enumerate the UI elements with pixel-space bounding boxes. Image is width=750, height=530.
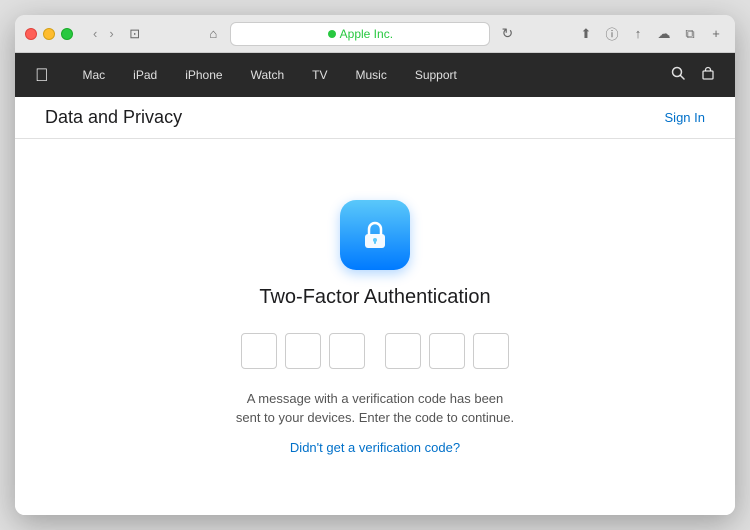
address-bar[interactable]: Apple Inc. [230, 22, 490, 46]
address-bar-container: ⌂ Apple Inc. ↻ [152, 22, 569, 46]
cloud-icon[interactable]: ☁ [655, 25, 673, 43]
nav-item-support[interactable]: Support [401, 53, 471, 97]
code-input-5[interactable] [429, 333, 465, 369]
page-content:  Mac iPad iPhone Watch TV Music Support [15, 53, 735, 515]
verification-message: A message with a verification code has b… [235, 389, 515, 428]
bag-icon[interactable] [701, 66, 715, 84]
code-input-6[interactable] [473, 333, 509, 369]
apple-navbar:  Mac iPad iPhone Watch TV Music Support [15, 53, 735, 97]
nav-item-ipad[interactable]: iPad [119, 53, 171, 97]
lock-icon-container [340, 200, 410, 270]
code-input-4[interactable] [385, 333, 421, 369]
forward-button[interactable]: › [105, 24, 117, 43]
nav-items: Mac iPad iPhone Watch TV Music Support [69, 53, 672, 97]
two-factor-title: Two-Factor Authentication [259, 286, 490, 309]
page-title: Data and Privacy [45, 107, 182, 128]
share-icon[interactable]: ⬆ [577, 25, 595, 43]
main-content: Two-Factor Authentication A message with… [15, 139, 735, 515]
traffic-lights [25, 28, 73, 40]
view-icon[interactable]: ⊡ [126, 25, 144, 43]
home-icon[interactable]: ⌂ [204, 25, 222, 43]
search-icon[interactable] [671, 66, 685, 84]
browser-window: ‹ › ⊡ ⌂ Apple Inc. ↻ ⬆ ⓘ ↑ ☁ ⧉ +  Mac [15, 15, 735, 515]
upload-icon[interactable]: ↑ [629, 25, 647, 43]
secure-indicator [328, 30, 336, 38]
nav-buttons: ‹ › [89, 24, 118, 43]
sub-header: Data and Privacy Sign In [15, 97, 735, 139]
close-button[interactable] [25, 28, 37, 40]
apple-logo[interactable]:  [35, 65, 49, 86]
code-input-1[interactable] [241, 333, 277, 369]
nav-item-music[interactable]: Music [341, 53, 400, 97]
maximize-button[interactable] [61, 28, 73, 40]
code-inputs [241, 333, 509, 369]
toolbar-icons: ⬆ ⓘ ↑ ☁ ⧉ + [577, 25, 725, 43]
code-input-3[interactable] [329, 333, 365, 369]
nav-right-icons [671, 66, 715, 84]
resend-link[interactable]: Didn't get a verification code? [290, 440, 460, 455]
tabs-icon[interactable]: ⧉ [681, 25, 699, 43]
refresh-icon[interactable]: ↻ [498, 25, 516, 43]
info-icon[interactable]: ⓘ [603, 25, 621, 43]
lock-icon [356, 216, 394, 254]
nav-item-watch[interactable]: Watch [237, 53, 299, 97]
back-button[interactable]: ‹ [89, 24, 101, 43]
add-tab-icon[interactable]: + [707, 25, 725, 43]
nav-item-iphone[interactable]: iPhone [171, 53, 236, 97]
nav-item-tv[interactable]: TV [298, 53, 341, 97]
nav-item-mac[interactable]: Mac [69, 53, 120, 97]
minimize-button[interactable] [43, 28, 55, 40]
sign-in-link[interactable]: Sign In [665, 110, 705, 125]
title-bar: ‹ › ⊡ ⌂ Apple Inc. ↻ ⬆ ⓘ ↑ ☁ ⧉ + [15, 15, 735, 53]
address-text: Apple Inc. [340, 27, 393, 41]
code-input-2[interactable] [285, 333, 321, 369]
